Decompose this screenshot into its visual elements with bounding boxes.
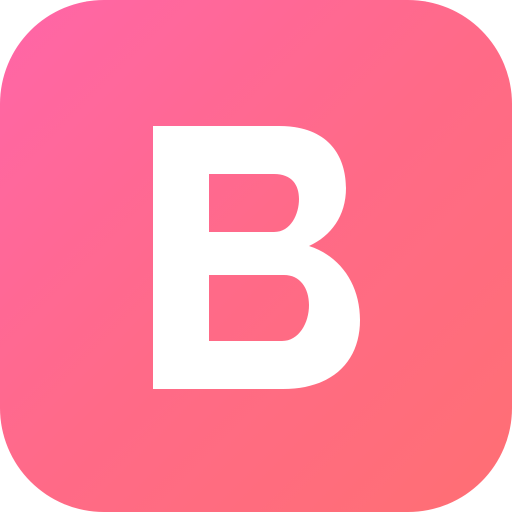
app-icon xyxy=(0,0,512,512)
letter-b-shape xyxy=(153,126,360,389)
letter-b-logo xyxy=(153,126,360,389)
